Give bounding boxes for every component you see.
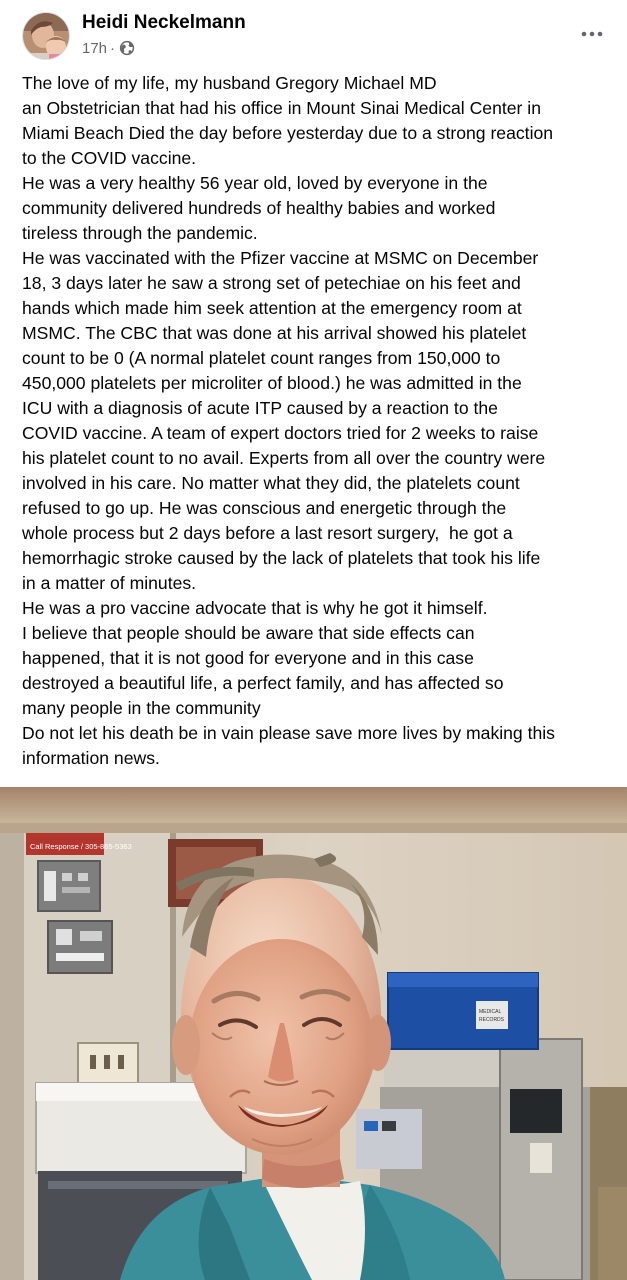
post-text-line: He was vaccinated with the Pfizer vaccin… <box>22 248 539 268</box>
author-name[interactable]: Heidi Neckelmann <box>82 12 246 34</box>
post-text-line: whole process but 2 days before a last r… <box>22 523 513 543</box>
post-text-line: hands which made him seek attention at t… <box>22 298 522 318</box>
avatar[interactable] <box>22 12 70 60</box>
post-text-line: He was a pro vaccine advocate that is wh… <box>22 598 488 618</box>
post-text-line: COVID vaccine. A team of expert doctors … <box>22 423 539 443</box>
more-options-button[interactable] <box>575 20 609 48</box>
post-text-line: happened, that it is not good for everyo… <box>22 648 474 668</box>
post-text-line: MSMC. The CBC that was done at his arriv… <box>22 323 527 343</box>
post-text-line: 18, 3 days later he saw a strong set of … <box>22 273 521 293</box>
meta-separator: · <box>110 39 116 57</box>
more-horizontal-icon <box>581 31 603 37</box>
post-text-line: count to be 0 (A normal platelet count r… <box>22 348 501 368</box>
post-text-line: many people in the community <box>22 698 261 718</box>
post-text-line: in a matter of minutes. <box>22 573 197 593</box>
globe-icon <box>119 40 135 56</box>
post-text-line: ICU with a diagnosis of acute ITP caused… <box>22 398 498 418</box>
post-timestamp[interactable]: 17h <box>82 40 107 57</box>
post-text-line: hemorrhagic stroke caused by the lack of… <box>22 548 541 568</box>
post-header: Heidi Neckelmann 17h · <box>0 0 627 72</box>
post-text-line: Do not let his death be in vain please s… <box>22 723 555 743</box>
post-photo[interactable]: Call Response / 305-865-5363 MEDICAL REC… <box>0 787 627 1280</box>
svg-text:RECORDS: RECORDS <box>479 1017 505 1023</box>
post-text-line: an Obstetrician that had his office in M… <box>22 98 541 118</box>
post-text-line: He was a very healthy 56 year old, loved… <box>22 173 488 193</box>
svg-text:MEDICAL: MEDICAL <box>479 1009 501 1015</box>
facebook-post: Heidi Neckelmann 17h · The love of my li… <box>0 0 627 1280</box>
post-text-line: I believe that people should be aware th… <box>22 623 475 643</box>
post-meta: 17h · <box>82 39 135 57</box>
post-text-line: 450,000 platelets per microliter of bloo… <box>22 373 522 393</box>
avatar-image <box>23 13 69 59</box>
post-text-line: Miami Beach Died the day before yesterda… <box>22 123 554 143</box>
post-text-line: information news. <box>22 748 160 768</box>
post-text-line: community delivered hundreds of healthy … <box>22 198 496 218</box>
post-text-line: his platelet count to no avail. Experts … <box>22 448 546 468</box>
post-text-line: refused to go up. He was conscious and e… <box>22 498 507 518</box>
post-text-line: tireless through the pandemic. <box>22 223 258 243</box>
post-text-line: The love of my life, my husband Gregory … <box>22 73 437 93</box>
post-text-line: to the COVID vaccine. <box>22 148 197 168</box>
post-text-line: involved in his care. No matter what the… <box>22 473 520 493</box>
post-text-line: destroyed a beautiful life, a perfect fa… <box>22 673 504 693</box>
photo-image: Call Response / 305-865-5363 MEDICAL REC… <box>0 787 627 1280</box>
post-text: The love of my life, my husband Gregory … <box>22 71 622 771</box>
wall-sign-text: Call Response / 305-865-5363 <box>30 842 132 851</box>
